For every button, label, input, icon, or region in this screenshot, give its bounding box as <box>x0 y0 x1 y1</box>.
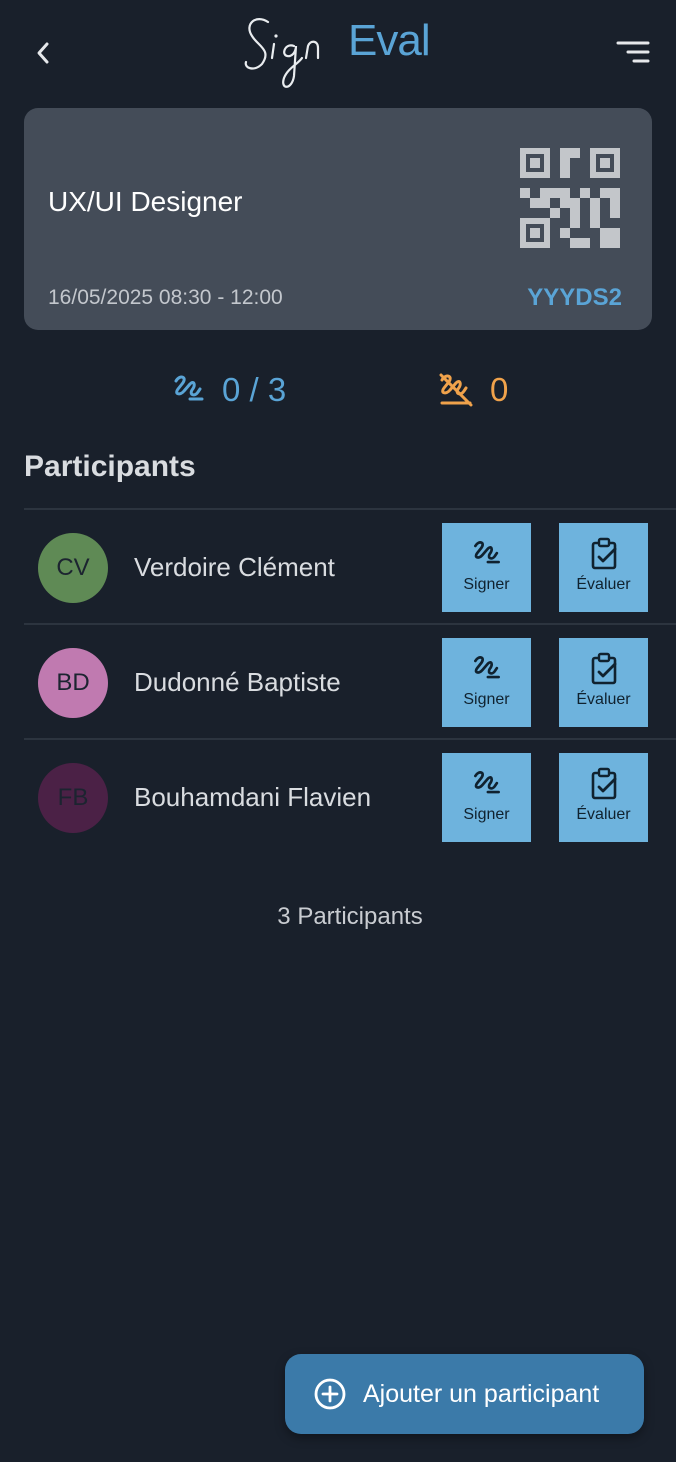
qr-code-icon[interactable] <box>520 148 620 248</box>
clipboard-check-icon <box>587 652 621 686</box>
chevron-left-icon <box>37 42 49 64</box>
signature-icon <box>470 652 504 686</box>
participants-list: CV Verdoire Clément Signer Évaluer BD Du… <box>24 508 676 853</box>
session-title: UX/UI Designer <box>48 186 243 217</box>
evaluate-button[interactable]: Évaluer <box>559 638 648 727</box>
sign-button[interactable]: Signer <box>442 523 531 612</box>
signature-icon <box>174 375 204 401</box>
participant-row: CV Verdoire Clément Signer Évaluer <box>24 508 676 623</box>
participant-row: BD Dudonné Baptiste Signer Évaluer <box>24 623 676 738</box>
avatar: FB <box>38 763 108 833</box>
add-circle-icon <box>314 1378 346 1410</box>
participant-row: FB Bouhamdani Flavien Signer Évaluer <box>24 738 676 853</box>
signed-stat: 0 / 3 <box>170 366 286 414</box>
add-participant-label: Ajouter un participant <box>363 1379 600 1408</box>
add-participant-button[interactable]: Ajouter un participant <box>285 1354 644 1434</box>
avatar: BD <box>38 648 108 718</box>
evaluate-button-label: Évaluer <box>576 576 631 593</box>
evaluate-button[interactable]: Évaluer <box>559 523 648 612</box>
sign-button[interactable]: Signer <box>442 638 531 727</box>
absent-stat: 0 <box>436 366 508 414</box>
app-header: Eval <box>0 0 676 100</box>
signature-icon <box>470 767 504 801</box>
sign-button-label: Signer <box>463 691 510 708</box>
clipboard-check-icon <box>587 537 621 571</box>
menu-icon <box>616 41 650 63</box>
sign-button[interactable]: Signer <box>442 753 531 842</box>
clipboard-check-icon <box>587 767 621 801</box>
sign-button-label: Signer <box>463 806 510 823</box>
participant-name: Bouhamdani Flavien <box>134 782 372 812</box>
participant-name: Dudonné Baptiste <box>134 667 341 697</box>
app-logo: Eval <box>240 6 440 96</box>
participants-heading: Participants <box>24 450 196 483</box>
evaluate-button[interactable]: Évaluer <box>559 753 648 842</box>
session-code: YYYDS2 <box>527 284 622 311</box>
back-button[interactable] <box>28 36 58 70</box>
participant-name: Verdoire Clément <box>134 552 335 582</box>
avatar: CV <box>38 533 108 603</box>
session-datetime: 16/05/2025 08:30 - 12:00 <box>48 286 283 309</box>
menu-button[interactable] <box>614 38 654 68</box>
no-signature-icon <box>439 373 473 407</box>
signed-count: 0 / 3 <box>222 371 287 408</box>
absent-count: 0 <box>490 371 509 408</box>
logo-eval-text: Eval <box>348 16 431 65</box>
participants-count: 3 Participants <box>277 903 423 930</box>
sign-button-label: Signer <box>463 576 510 593</box>
logo-sign-script <box>244 18 320 88</box>
evaluate-button-label: Évaluer <box>576 806 631 823</box>
session-card[interactable]: UX/UI Designer 16/05/2025 08:30 - 12:00 … <box>24 108 652 330</box>
signature-icon <box>470 537 504 571</box>
evaluate-button-label: Évaluer <box>576 691 631 708</box>
